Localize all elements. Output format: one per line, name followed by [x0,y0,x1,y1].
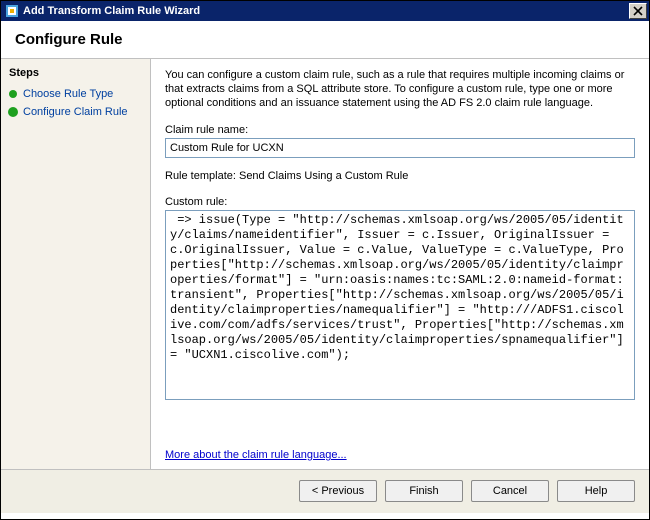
window-title: Add Transform Claim Rule Wizard [23,5,629,17]
rule-name-label: Claim rule name: [165,124,635,136]
close-button[interactable] [629,3,647,19]
step-label: Choose Rule Type [23,88,113,100]
claim-rule-language-link[interactable]: More about the claim rule language... [165,449,635,461]
rule-name-input[interactable] [165,138,635,158]
help-button[interactable]: Help [557,480,635,502]
steps-panel: Steps Choose Rule Type Configure Claim R… [1,59,151,469]
step-configure-claim-rule[interactable]: Configure Claim Rule [1,103,150,121]
custom-rule-textarea[interactable] [165,210,635,400]
app-icon [5,4,19,18]
step-bullet-icon [9,90,17,98]
step-bullet-icon [9,108,17,116]
page-title: Configure Rule [15,31,635,48]
step-label: Configure Claim Rule [23,106,128,118]
content-panel: You can configure a custom claim rule, s… [151,59,649,469]
step-choose-rule-type[interactable]: Choose Rule Type [1,85,150,103]
finish-button[interactable]: Finish [385,480,463,502]
description-text: You can configure a custom claim rule, s… [165,69,635,110]
cancel-button[interactable]: Cancel [471,480,549,502]
rule-template-text: Rule template: Send Claims Using a Custo… [165,170,635,182]
button-bar: < Previous Finish Cancel Help [1,469,649,513]
previous-button[interactable]: < Previous [299,480,377,502]
titlebar: Add Transform Claim Rule Wizard [1,1,649,21]
body-area: Steps Choose Rule Type Configure Claim R… [1,59,649,469]
steps-title: Steps [1,63,150,85]
custom-rule-label: Custom rule: [165,196,635,208]
header-band: Configure Rule [1,21,649,59]
